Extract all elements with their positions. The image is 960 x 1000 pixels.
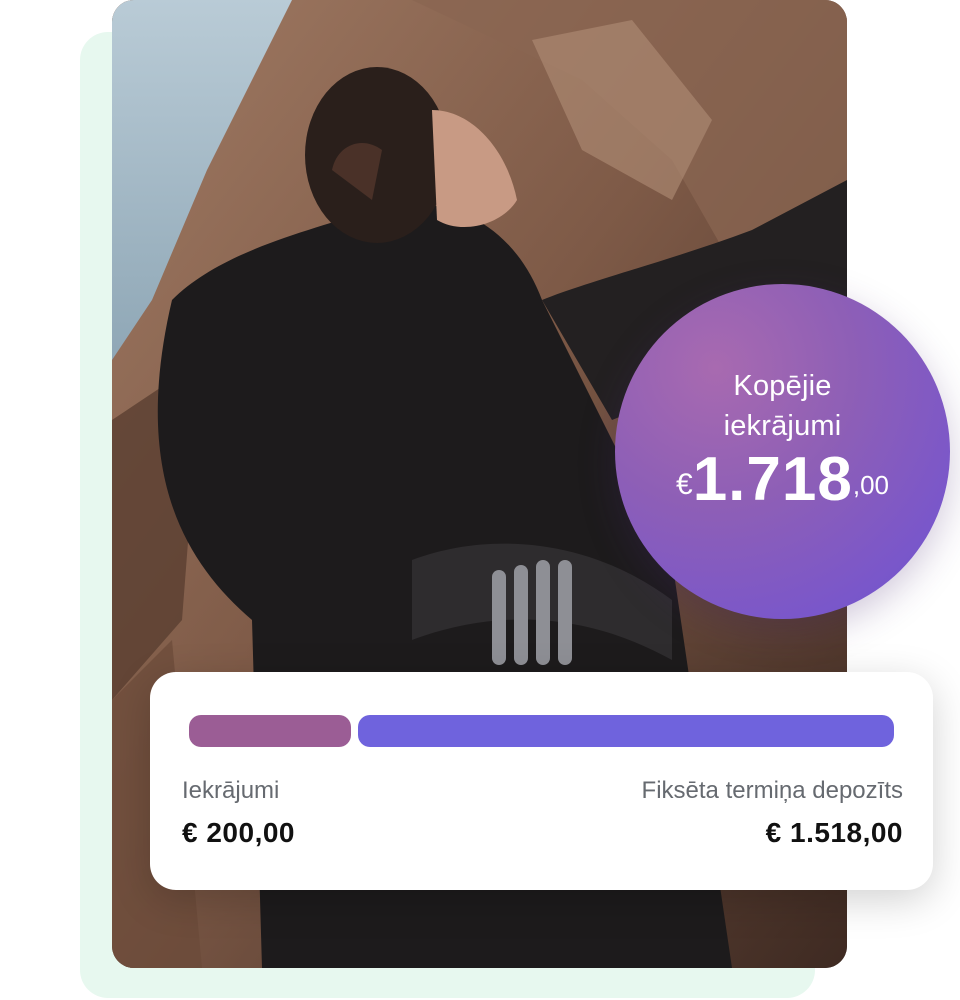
total-savings-integer: 1.718 xyxy=(692,445,853,514)
savings-progress-bar xyxy=(189,715,351,747)
total-savings-decimal: ,00 xyxy=(852,470,889,500)
savings-label: Iekrājumi xyxy=(182,777,280,804)
currency-symbol: € xyxy=(676,468,693,501)
savings-visual: Kopējie iekrājumi €1.718,00 Iekrājumi € … xyxy=(0,0,960,1000)
fixed-deposit-label: Fiksēta termiņa depozīts xyxy=(641,777,903,804)
savings-value: € 200,00 xyxy=(182,817,295,848)
total-savings-title-line1: Kopējie xyxy=(733,370,832,402)
fixed-deposit-progress-bar xyxy=(358,715,894,747)
fixed-deposit-value: € 1.518,00 xyxy=(765,817,903,848)
savings-breakdown-card: Iekrājumi € 200,00 Fiksēta termiņa depoz… xyxy=(150,672,933,890)
total-savings-amount: €1.718,00 xyxy=(615,444,950,515)
total-savings-title: Kopējie iekrājumi xyxy=(615,366,950,446)
total-savings-badge: Kopējie iekrājumi €1.718,00 xyxy=(615,284,950,619)
total-savings-title-line2: iekrājumi xyxy=(723,410,842,442)
